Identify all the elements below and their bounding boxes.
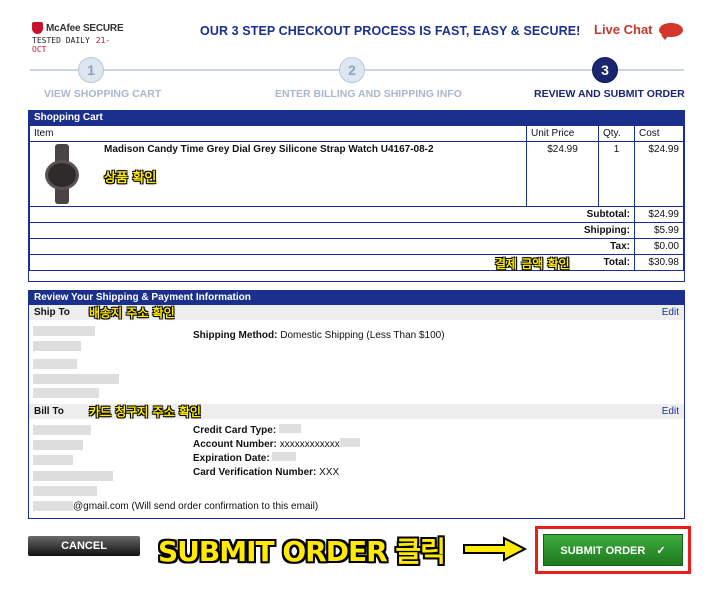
- live-chat-link[interactable]: Live Chat: [594, 22, 683, 40]
- annotation-payment: 결제 금액 확인: [495, 257, 570, 271]
- col-qty: Qty.: [598, 125, 635, 142]
- ship-to-content: Shipping Method: Domestic Shipping (Less…: [29, 320, 684, 404]
- redacted-email-user: [33, 501, 73, 512]
- email-note: (Will send order confirmation to this em…: [131, 501, 319, 512]
- redacted-ship-line-3: [33, 359, 77, 369]
- expiration-label: Expiration Date:: [193, 453, 270, 464]
- redacted-account-tail: [339, 438, 360, 447]
- step-2-circle: 2: [339, 57, 365, 83]
- shipping-method-value: Domestic Shipping (Less Than $100): [280, 330, 445, 341]
- chat-bubble-icon: [658, 22, 683, 40]
- shipping-label: Shipping:: [29, 222, 635, 239]
- annotation-submit: SUBMIT ORDER 클릭: [158, 535, 446, 568]
- submit-order-button[interactable]: SUBMIT ORDER ✓: [543, 534, 683, 566]
- item-cost: $24.99: [634, 141, 684, 207]
- redacted-expiration: [272, 452, 297, 461]
- redacted-bill-line-4: [33, 471, 113, 481]
- cart-table: Item Unit Price Qty. Cost Madison Candy …: [29, 125, 684, 271]
- bill-edit-link[interactable]: Edit: [662, 406, 679, 417]
- col-item: Item: [29, 125, 527, 142]
- account-value: xxxxxxxxxxxx: [279, 439, 340, 450]
- ship-edit-link[interactable]: Edit: [662, 307, 679, 318]
- subtotal-label: Subtotal:: [29, 206, 635, 223]
- review-info-box: Review Your Shipping & Payment Informati…: [28, 290, 685, 519]
- account-label: Account Number:: [193, 439, 277, 450]
- cart-item-row: Madison Candy Time Grey Dial Grey Silico…: [29, 141, 684, 207]
- step-3-circle: 3: [592, 57, 618, 83]
- tax-label: Tax:: [29, 238, 635, 255]
- redacted-bill-line-2: [33, 440, 83, 450]
- cvn-label: Card Verification Number:: [193, 467, 317, 478]
- shipping-method: Shipping Method: Domestic Shipping (Less…: [193, 330, 445, 341]
- redacted-ship-line-4: [33, 374, 119, 384]
- step-1-circle: 1: [78, 57, 104, 83]
- review-info-title: Review Your Shipping & Payment Informati…: [29, 291, 684, 305]
- mcafee-shield-icon: [32, 22, 43, 34]
- submit-order-label: SUBMIT ORDER: [560, 545, 646, 557]
- step-3-label: REVIEW AND SUBMIT ORDER: [534, 88, 685, 100]
- ship-to-bar: Ship To 배송지 주소 확인 Edit: [29, 305, 684, 320]
- bill-to-label: Bill To: [34, 406, 64, 417]
- product-name[interactable]: Madison Candy Time Grey Dial Grey Silico…: [104, 144, 434, 155]
- total-value: $30.98: [634, 254, 684, 271]
- redacted-bill-line-5: [33, 486, 97, 496]
- redacted-ship-line-5: [33, 388, 99, 398]
- shipping-method-label: Shipping Method:: [193, 330, 278, 341]
- payment-details: Credit Card Type: Account Number: xxxxxx…: [193, 424, 360, 480]
- email-domain: @gmail.com: [73, 501, 129, 512]
- cvn-value: XXX: [319, 467, 340, 478]
- bill-to-content: Credit Card Type: Account Number: xxxxxx…: [29, 419, 684, 517]
- redacted-bill-line-1: [33, 425, 91, 435]
- subtotal-value: $24.99: [634, 206, 684, 223]
- shopping-cart-title: Shopping Cart: [29, 111, 684, 125]
- redacted-ship-line-1: [33, 326, 95, 336]
- item-qty: 1: [598, 141, 635, 207]
- mcafee-brand: McAfee SECURE: [46, 22, 124, 34]
- total-label: Total:: [603, 257, 630, 268]
- cancel-button[interactable]: CANCEL: [28, 536, 140, 556]
- watch-product-image[interactable]: [42, 144, 82, 204]
- step-2-label: ENTER BILLING AND SHIPPING INFO: [275, 88, 462, 100]
- annotation-bill: 카드 청구지 주소 확인: [89, 405, 201, 419]
- annotation-product: 상품 확인: [104, 171, 157, 186]
- checkout-headline: OUR 3 STEP CHECKOUT PROCESS IS FAST, EAS…: [200, 24, 581, 38]
- live-chat-label: Live Chat: [594, 22, 653, 37]
- mcafee-tested: TESTED DAILY 21-OCT: [32, 36, 111, 54]
- step-1-label: VIEW SHOPPING CART: [44, 88, 162, 100]
- shipping-value: $5.99: [634, 222, 684, 239]
- redacted-card-type: [278, 424, 301, 433]
- col-cost: Cost: [634, 125, 684, 142]
- tax-value: $0.00: [634, 238, 684, 255]
- bill-to-bar: Bill To 카드 청구지 주소 확인 Edit: [29, 404, 684, 419]
- card-type-label: Credit Card Type:: [193, 425, 277, 436]
- checkmark-icon: ✓: [656, 545, 666, 557]
- email-line: @gmail.com (Will send order confirmation…: [33, 501, 318, 512]
- redacted-bill-line-3: [33, 455, 73, 465]
- arrow-right-icon: [463, 536, 528, 562]
- item-unit-price: $24.99: [526, 141, 599, 207]
- ship-to-label: Ship To: [34, 307, 70, 318]
- mcafee-secure-badge[interactable]: McAfee SECURE TESTED DAILY 21-OCT: [32, 22, 124, 54]
- col-unit-price: Unit Price: [526, 125, 599, 142]
- annotation-ship: 배송지 주소 확인: [89, 306, 175, 320]
- shopping-cart-box: Shopping Cart Item Unit Price Qty. Cost …: [28, 110, 685, 282]
- redacted-ship-line-2: [33, 341, 81, 351]
